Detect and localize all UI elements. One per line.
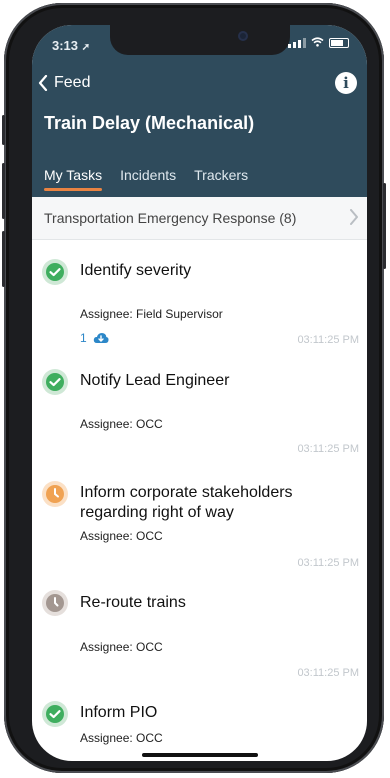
notch: [110, 25, 290, 55]
task-timestamp: 03:11:25 PM: [297, 667, 359, 679]
task-assignee: Assignee: OCC: [80, 640, 163, 654]
task-item[interactable]: Inform corporate stakeholders regarding …: [32, 479, 367, 579]
location-arrow-icon: ➚: [81, 42, 91, 53]
back-button[interactable]: Feed: [38, 74, 90, 92]
status-check-icon: [42, 259, 68, 285]
task-title: Inform PIO: [80, 704, 158, 721]
task-item[interactable]: Re-route trains Assignee: OCC 03:11:25 P…: [32, 588, 367, 683]
task-item[interactable]: Identify severity Assignee: Field Superv…: [32, 255, 367, 355]
status-clock-icon: [42, 590, 68, 616]
task-title: Inform corporate stakeholders regarding …: [80, 484, 293, 521]
home-indicator[interactable]: [142, 753, 258, 757]
page-title: Train Delay (Mechanical): [44, 113, 255, 133]
task-title: Identify severity: [80, 262, 192, 279]
back-label: Feed: [54, 74, 91, 91]
chevron-right-icon: [350, 209, 358, 225]
app-header: 3:13 ➚ Feed i Train Delay (Mechanical) M…: [32, 25, 367, 197]
tab-bar: My Tasks Incidents Trackers: [44, 167, 248, 191]
status-check-icon: [42, 369, 68, 395]
battery-icon: [329, 38, 349, 48]
task-timestamp: 03:11:25 PM: [297, 334, 359, 346]
cloud-download-icon: [93, 333, 109, 343]
task-item[interactable]: Inform PIO Assignee: OCC: [32, 699, 367, 759]
status-time-text: 3:13: [52, 38, 79, 53]
status-time: 3:13 ➚: [52, 38, 90, 53]
attachment-count[interactable]: 1: [80, 331, 109, 345]
task-item[interactable]: Notify Lead Engineer Assignee: OCC 03:11…: [32, 365, 367, 455]
tab-incidents[interactable]: Incidents: [120, 167, 176, 191]
chevron-left-icon: [38, 75, 48, 91]
section-title: Transportation Emergency Response (8): [44, 210, 297, 226]
signal-icon: [288, 38, 306, 48]
task-assignee: Assignee: Field Supervisor: [80, 307, 223, 321]
task-timestamp: 03:11:25 PM: [297, 557, 359, 569]
screen: 3:13 ➚ Feed i Train Delay (Mechanical) M…: [32, 25, 367, 761]
task-title: Notify Lead Engineer: [80, 372, 230, 389]
wifi-icon: [311, 37, 324, 49]
task-assignee: Assignee: OCC: [80, 731, 163, 745]
attachment-count-text: 1: [80, 331, 87, 345]
status-check-icon: [42, 701, 68, 727]
info-icon[interactable]: i: [335, 72, 357, 94]
task-timestamp: 03:11:25 PM: [297, 443, 359, 455]
volume-down-button: [2, 231, 5, 287]
camera: [238, 31, 248, 41]
phone-frame: 3:13 ➚ Feed i Train Delay (Mechanical) M…: [2, 3, 386, 773]
task-title: Re-route trains: [80, 594, 186, 611]
tab-trackers[interactable]: Trackers: [194, 167, 248, 191]
task-assignee: Assignee: OCC: [80, 417, 163, 431]
mute-switch: [2, 115, 5, 145]
volume-up-button: [2, 163, 5, 219]
section-row[interactable]: Transportation Emergency Response (8): [32, 197, 367, 240]
power-button: [383, 183, 386, 269]
status-clock-icon: [42, 481, 68, 507]
status-icons: [288, 37, 349, 49]
tab-my-tasks[interactable]: My Tasks: [44, 167, 103, 191]
task-assignee: Assignee: OCC: [80, 529, 163, 543]
